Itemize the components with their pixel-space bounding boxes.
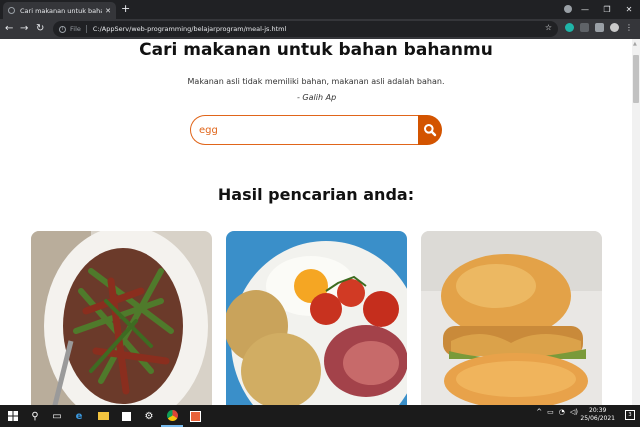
puzzle-extensions-icon[interactable] — [595, 23, 604, 32]
store-icon[interactable] — [115, 405, 137, 427]
browser-toolbar: ← → ↻ i File C:/AppServ/web-programming/… — [0, 19, 640, 39]
url-text[interactable]: C:/AppServ/web-programming/belajarprogra… — [93, 25, 286, 33]
scrollbar-thumb[interactable] — [633, 55, 639, 103]
wifi-icon[interactable]: ◔ — [559, 408, 565, 416]
page-viewport: Cari makanan untuk bahan bahanmu Makanan… — [0, 39, 632, 405]
meal-card[interactable] — [421, 231, 602, 405]
results-heading: Hasil pencarian anda: — [217, 185, 415, 204]
search-button[interactable] — [418, 115, 442, 145]
info-icon[interactable]: i — [59, 25, 66, 33]
extension-icon[interactable] — [565, 23, 574, 32]
extensions-area: ⋮ — [565, 23, 633, 32]
meal-card[interactable] — [226, 231, 407, 405]
task-view-icon[interactable]: ▭ — [46, 405, 68, 427]
steak-stirfry-image — [31, 231, 212, 405]
quote-text: Makanan asli tidak memiliki bahan, makan… — [187, 77, 445, 86]
maximize-button[interactable]: ❐ — [596, 5, 618, 14]
quote-author: - Galih Ap — [297, 93, 337, 102]
scroll-up-arrow-icon[interactable]: ▲ — [633, 41, 637, 47]
tab-title: Cari makanan untuk bahan baha — [20, 6, 102, 15]
reload-icon[interactable]: ↻ — [36, 22, 44, 36]
chicken-burger-image — [421, 231, 602, 405]
edge-browser-icon[interactable]: e — [68, 405, 90, 427]
avatar[interactable] — [610, 23, 619, 32]
page-title: Cari makanan untuk bahan bahanmu — [139, 40, 493, 60]
page-scrollbar[interactable]: ▲ — [632, 39, 640, 405]
search-input[interactable] — [190, 115, 422, 145]
file-explorer-icon[interactable] — [92, 405, 114, 427]
system-clock[interactable]: 20:39 25/06/2021 — [580, 407, 615, 423]
forward-arrow-icon[interactable]: → — [20, 22, 28, 36]
search-icon — [424, 124, 437, 137]
new-tab-button[interactable]: + — [121, 2, 130, 16]
system-tray: ^ ▭ ◔ ◁) — [536, 408, 578, 416]
volume-icon[interactable]: ◁) — [570, 408, 578, 416]
back-arrow-icon[interactable]: ← — [5, 22, 13, 36]
meal-card[interactable] — [31, 231, 212, 405]
chevron-up-icon[interactable]: ^ — [536, 408, 542, 416]
start-windows-icon[interactable] — [2, 405, 24, 427]
clock-date: 25/06/2021 — [580, 415, 615, 422]
network-icon[interactable]: ▭ — [547, 408, 554, 416]
search-bar — [190, 115, 442, 145]
browser-tab[interactable]: Cari makanan untuk bahan baha ✕ — [3, 2, 116, 19]
chrome-icon[interactable] — [161, 405, 183, 427]
windows-taskbar: ⚲ ▭ e ⚙ ^ ▭ ◔ ◁) 20:39 25/06/2021 3 — [0, 405, 640, 427]
bookmark-star-icon[interactable]: ☆ — [545, 23, 552, 32]
profile-icon[interactable] — [564, 5, 572, 13]
notification-icon[interactable]: 3 — [625, 410, 635, 420]
clock-time: 20:39 — [589, 407, 607, 414]
extension-icon[interactable] — [580, 23, 589, 32]
window-controls: — ❐ ✕ — [574, 0, 640, 19]
search-icon[interactable]: ⚲ — [24, 405, 46, 427]
menu-dots-icon[interactable]: ⋮ — [625, 23, 633, 32]
browser-tab-bar: Cari makanan untuk bahan baha ✕ + — ❐ ✕ — [0, 0, 640, 19]
file-scheme-label: File — [70, 25, 87, 33]
breakfast-egg-tomato-image — [226, 231, 407, 405]
settings-gear-icon[interactable]: ⚙ — [138, 405, 160, 427]
page-favicon-icon — [8, 7, 15, 14]
app-icon[interactable] — [184, 405, 206, 427]
minimize-button[interactable]: — — [574, 5, 596, 14]
address-bar[interactable]: i File C:/AppServ/web-programming/belaja… — [53, 21, 558, 37]
close-tab-icon[interactable]: ✕ — [105, 7, 111, 15]
close-window-button[interactable]: ✕ — [618, 5, 640, 14]
